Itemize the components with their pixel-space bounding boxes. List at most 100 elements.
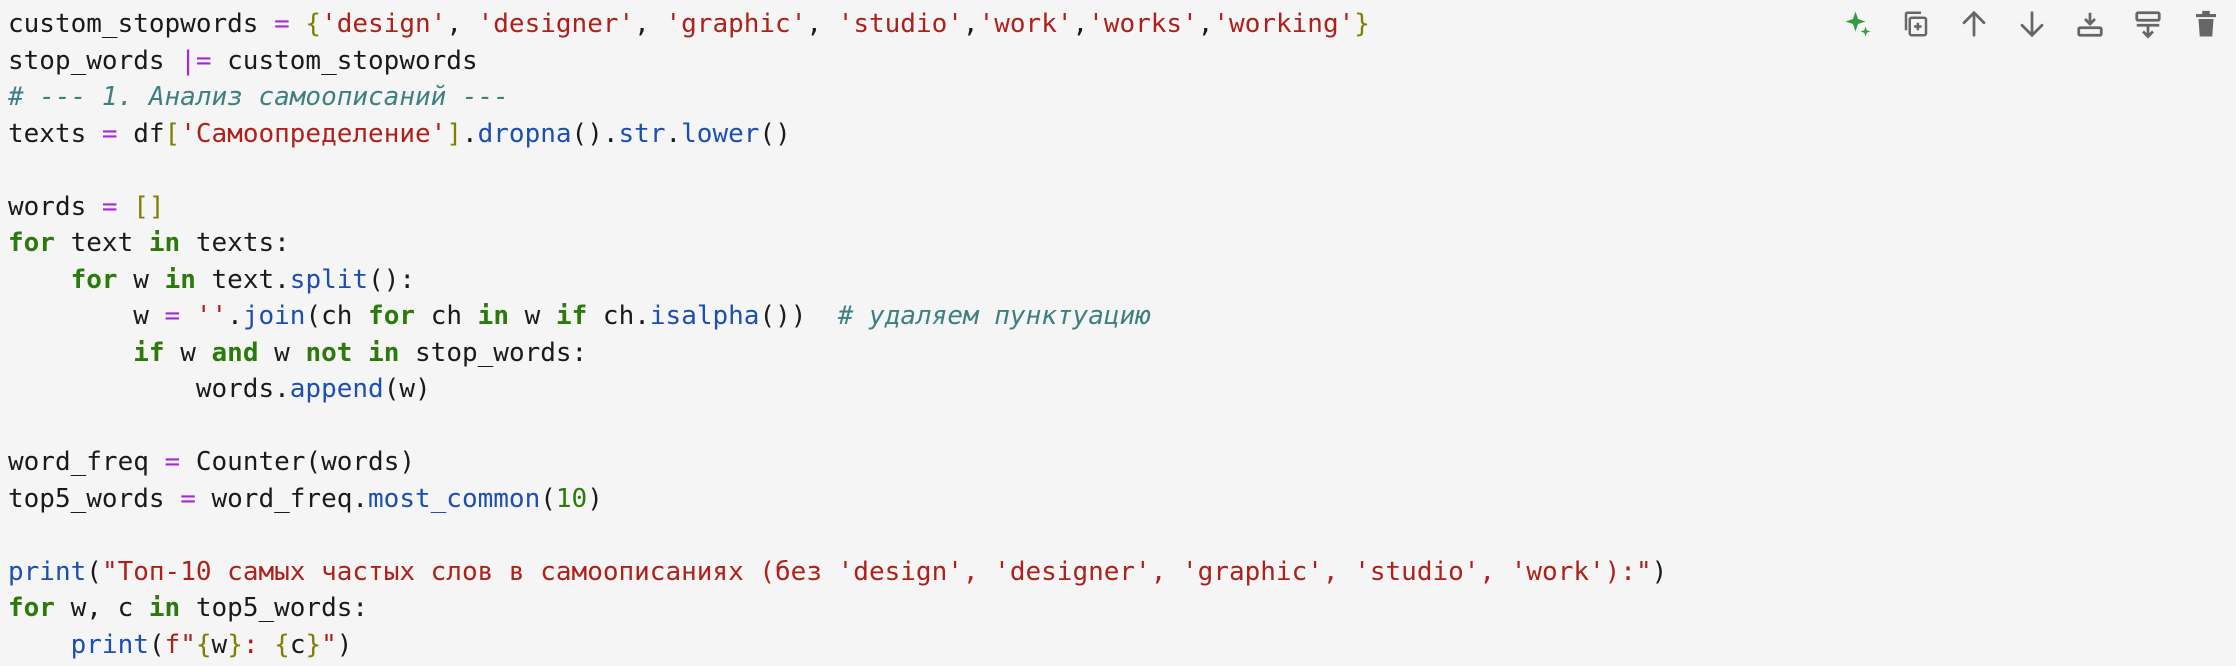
code-token: 'studio' [837, 9, 963, 39]
code-token: in [477, 301, 509, 331]
code-token: custom_stopwords [211, 45, 478, 76]
duplicate-cell-button[interactable] [1900, 6, 1932, 46]
code-token: , [1197, 9, 1214, 39]
code-token: df [117, 118, 165, 149]
arrow-down-icon [2017, 9, 2047, 43]
code-token: isalpha [649, 301, 760, 331]
code-token: ) [1651, 556, 1668, 587]
code-line[interactable]: for text in texts: [8, 225, 1667, 262]
move-up-button[interactable] [1958, 6, 1990, 46]
code-cell[interactable]: custom_stopwords = { 'design', 'designer'… [0, 0, 2236, 666]
code-token: . [665, 118, 682, 149]
trash-icon [2191, 9, 2221, 43]
code-token: words [8, 191, 102, 222]
code-token: 'working' [1213, 9, 1355, 39]
move-down-button[interactable] [2016, 6, 2048, 46]
code-token: = [164, 301, 181, 331]
code-token: , [634, 9, 666, 39]
code-line[interactable] [8, 152, 1667, 189]
code-token: = [101, 191, 118, 222]
code-token: dropna [477, 118, 572, 149]
code-line[interactable]: print("Топ-10 самых частых слов в самооп… [8, 554, 1667, 591]
code-line[interactable]: w = ''.join(ch for ch in w if ch.isalpha… [8, 298, 1667, 335]
code-line[interactable]: # --- 1. Анализ самоописаний --- [8, 79, 1667, 116]
code-token: not in [305, 337, 400, 368]
code-token: ()) [759, 301, 838, 331]
code-token: texts [8, 118, 102, 149]
code-token: 'design' [321, 9, 447, 39]
code-token: ) [336, 629, 353, 660]
code-token: (): [368, 264, 416, 295]
code-token: () [759, 118, 791, 149]
code-line[interactable]: for w, c in top5_words: [8, 590, 1667, 627]
delete-cell-button[interactable] [2190, 6, 2222, 46]
code-line[interactable]: top5_words = word_freq.most_common(10) [8, 481, 1667, 518]
code-token: , [962, 9, 979, 39]
code-token: } [227, 629, 243, 660]
code-token: ] [446, 118, 462, 149]
code-token: stop_words: [399, 337, 588, 368]
code-line[interactable] [8, 517, 1667, 554]
code-token: # удаляем пунктуацию [837, 301, 1151, 331]
code-token: { [195, 629, 212, 660]
code-token: 10 [555, 483, 588, 514]
code-token: ( [86, 556, 102, 587]
code-token: } [305, 629, 322, 660]
code-line[interactable]: for w in text.split(): [8, 262, 1667, 299]
code-token: print [8, 556, 87, 587]
code-token: = [101, 118, 118, 149]
code-line[interactable]: stop_words |= custom_stopwords [8, 43, 1667, 80]
code-token: word_freq [8, 447, 165, 477]
code-token: Counter(words) [180, 447, 416, 477]
code-line[interactable] [8, 408, 1667, 445]
code-editor[interactable]: custom_stopwords = { 'design', 'designer'… [8, 6, 1667, 663]
code-line[interactable]: words = [] [8, 189, 1667, 226]
code-token: in [148, 228, 181, 258]
insert-below-icon [2075, 9, 2105, 43]
code-line[interactable]: texts = df['Самоопределение'].dropna().s… [8, 116, 1667, 153]
code-token: } [1354, 9, 1370, 39]
code-token: append [289, 374, 384, 404]
insert-cell-below-button[interactable] [2074, 6, 2106, 46]
arrow-up-icon [1959, 9, 1989, 43]
code-token: ( [540, 483, 556, 514]
code-token: in [164, 264, 196, 295]
code-token: # --- 1. Анализ самоописаний --- [8, 82, 509, 112]
code-line[interactable]: if w and w not in stop_words: [8, 335, 1667, 372]
code-line[interactable]: words.append(w) [8, 371, 1667, 408]
code-line[interactable]: word_freq = Counter(words) [8, 444, 1667, 481]
code-token: for [8, 228, 55, 258]
code-token: if [133, 337, 165, 368]
code-token: text [54, 228, 149, 258]
code-token: f" [164, 629, 196, 660]
code-token: words. [8, 374, 290, 404]
code-token: { [274, 629, 290, 660]
code-token: w [164, 337, 212, 368]
code-token: w, c [54, 593, 149, 623]
code-token: , [1072, 9, 1089, 39]
ai-assist-button[interactable] [1842, 6, 1874, 46]
code-token: most_common [368, 483, 541, 514]
insert-cell-above-button[interactable] [2132, 6, 2164, 46]
code-token: 'work' [978, 9, 1073, 39]
code-token: w [117, 264, 165, 295]
code-token: top5_words: [180, 593, 369, 623]
code-token: stop_words [8, 45, 181, 76]
code-token: word_freq. [195, 483, 369, 514]
code-token: 'Самоопределение' [180, 118, 447, 149]
code-token: top5_words [8, 483, 181, 514]
code-token: w [211, 629, 228, 660]
code-token: (w) [383, 374, 431, 404]
code-token: = [274, 9, 290, 39]
code-token: custom_stopwords [8, 9, 275, 39]
insert-above-icon [2133, 9, 2163, 43]
code-line[interactable]: print(f"{w}: {c}") [8, 627, 1667, 664]
code-token: for [8, 593, 55, 623]
code-token: : [242, 629, 275, 660]
code-token: 'designer' [477, 9, 635, 39]
code-line[interactable]: custom_stopwords = {'design', 'designer'… [8, 6, 1667, 43]
code-token: and [211, 337, 259, 368]
